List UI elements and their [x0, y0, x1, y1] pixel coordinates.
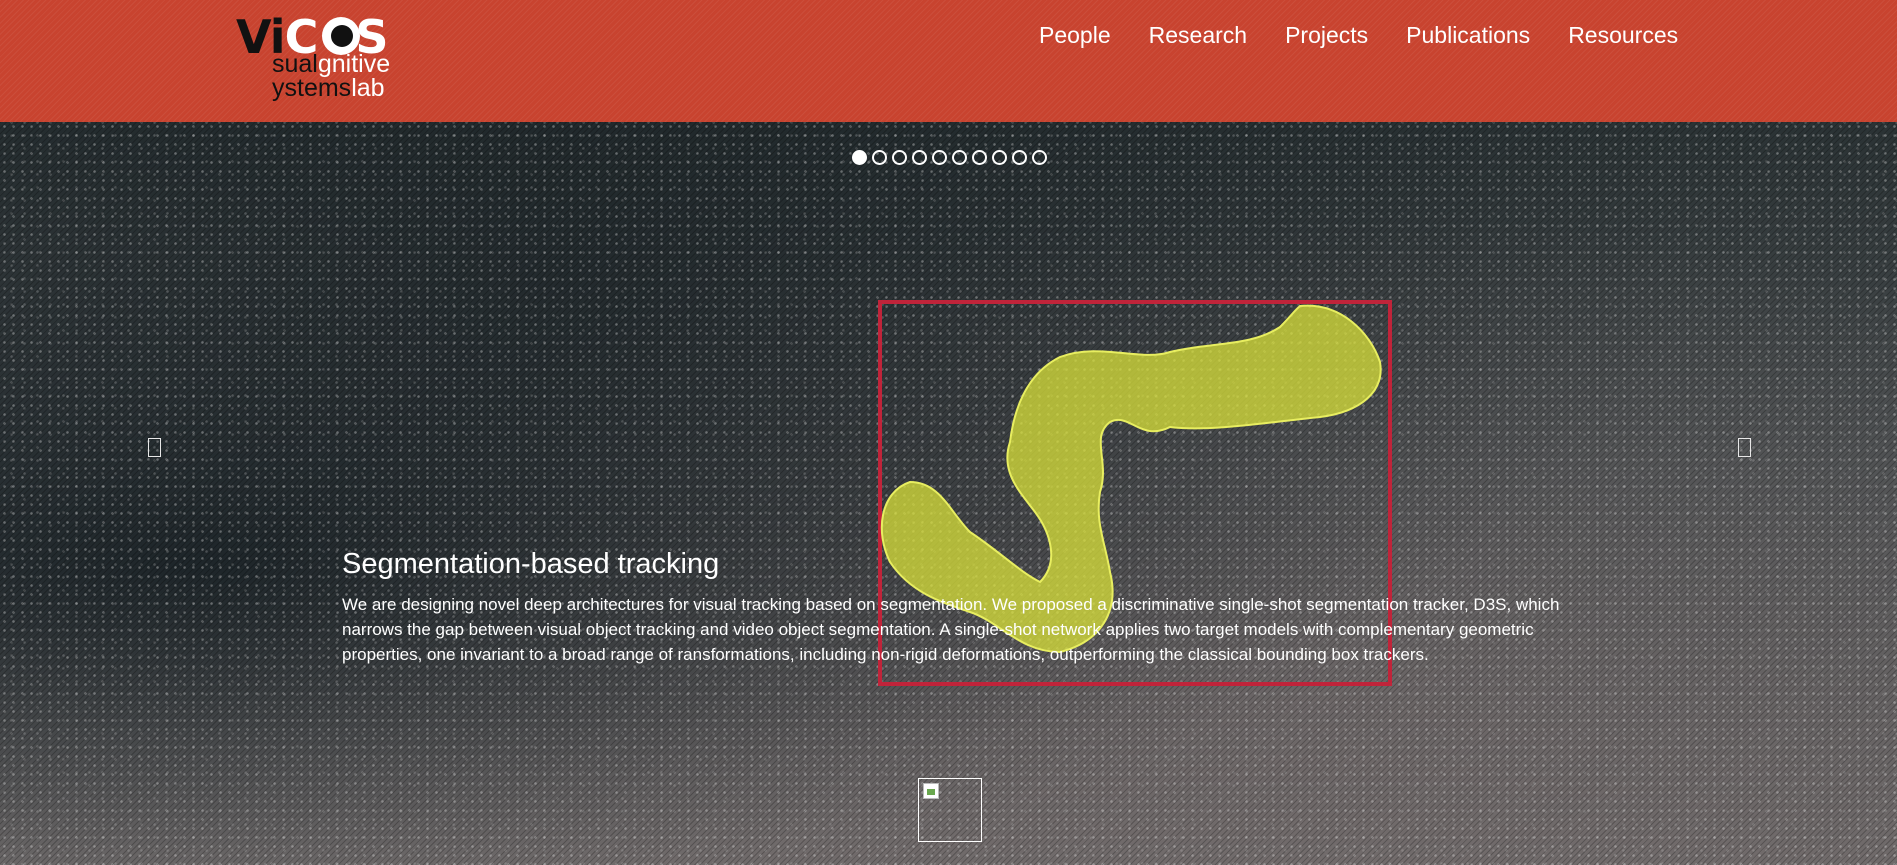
- carousel-indicators: [852, 150, 1047, 165]
- carousel-prev-button[interactable]: [143, 432, 165, 462]
- carousel-indicator[interactable]: [912, 150, 927, 165]
- main-nav: People Research Projects Publications Re…: [1020, 18, 1697, 52]
- carousel-indicator[interactable]: [992, 150, 1007, 165]
- logo-line-2: ystemslab: [272, 76, 385, 101]
- carousel-caption: Segmentation-based tracking We are desig…: [342, 546, 1572, 667]
- carousel-indicator[interactable]: [1032, 150, 1047, 165]
- nav-link-projects[interactable]: Projects: [1266, 18, 1387, 52]
- carousel-indicator[interactable]: [892, 150, 907, 165]
- caption-text: We are designing novel deep architecture…: [342, 595, 1560, 664]
- broken-image-icon: [923, 783, 939, 799]
- nav-link-publications[interactable]: Publications: [1387, 18, 1549, 52]
- carousel-next-button[interactable]: [1733, 432, 1755, 462]
- logo-line2-dark: ystems: [272, 74, 352, 102]
- hero-carousel: Segmentation-based tracking We are desig…: [0, 122, 1897, 865]
- caption-title: Segmentation-based tracking: [342, 548, 720, 580]
- carousel-indicator[interactable]: [952, 150, 967, 165]
- chevron-left-icon: [147, 437, 161, 457]
- carousel-indicator[interactable]: [1012, 150, 1027, 165]
- vicos-logo[interactable]: ViC S sualgnitive ystemslab: [236, 14, 436, 104]
- nav-link-resources[interactable]: Resources: [1549, 18, 1697, 52]
- carousel-indicator[interactable]: [972, 150, 987, 165]
- broken-image-thumbnail[interactable]: [918, 778, 982, 842]
- carousel-indicator[interactable]: [932, 150, 947, 165]
- carousel-indicator[interactable]: [872, 150, 887, 165]
- chevron-right-icon: [1737, 437, 1751, 457]
- carousel-indicator[interactable]: [852, 150, 867, 165]
- nav-link-people[interactable]: People: [1020, 18, 1130, 52]
- site-header: ViC S sualgnitive ystemslab People Resear…: [0, 0, 1897, 122]
- nav-link-research[interactable]: Research: [1130, 18, 1266, 52]
- logo-line2-light: lab: [351, 74, 385, 102]
